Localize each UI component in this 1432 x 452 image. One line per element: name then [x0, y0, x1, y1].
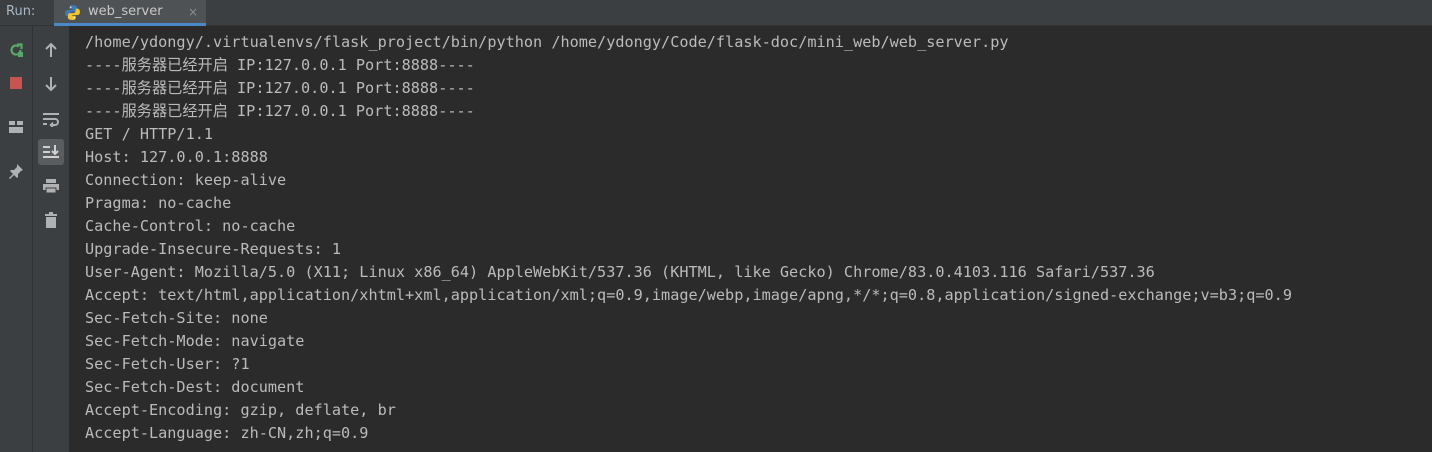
console-actions-toolbar [33, 26, 70, 452]
console-output[interactable]: /home/ydongy/.virtualenvs/flask_project/… [85, 31, 1432, 445]
console-line: /home/ydongy/.virtualenvs/flask_project/… [85, 33, 1009, 51]
close-icon[interactable]: × [188, 5, 198, 19]
print-icon[interactable] [38, 173, 64, 199]
console-line: Accept-Language: zh-CN,zh;q=0.9 [85, 424, 369, 442]
console-line: ----服务器已经开启 IP:127.0.0.1 Port:8888---- [85, 56, 475, 74]
run-label: Run: [6, 4, 36, 19]
console-line: Host: 127.0.0.1:8888 [85, 148, 268, 166]
run-toolbar-header: Run: web_server × [0, 0, 1432, 26]
console-line: Cache-Control: no-cache [85, 217, 296, 235]
console-line: Sec-Fetch-Dest: document [85, 378, 305, 396]
console-line: User-Agent: Mozilla/5.0 (X11; Linux x86_… [85, 263, 1155, 281]
trash-icon[interactable] [38, 207, 64, 233]
layout-icon[interactable] [3, 114, 29, 140]
console-line: ----服务器已经开启 IP:127.0.0.1 Port:8888---- [85, 102, 475, 120]
pin-icon[interactable] [3, 158, 29, 184]
tab-title: web_server [88, 4, 163, 19]
python-icon [65, 5, 80, 20]
run-actions-toolbar [0, 26, 33, 452]
console-line: Sec-Fetch-Site: none [85, 309, 268, 327]
console-line: Connection: keep-alive [85, 171, 287, 189]
arrow-down-icon[interactable] [38, 71, 64, 97]
console-line: Pragma: no-cache [85, 194, 232, 212]
console-line: GET / HTTP/1.1 [85, 125, 214, 143]
scroll-to-end-icon[interactable] [38, 139, 64, 165]
soft-wrap-icon[interactable] [38, 106, 64, 132]
console-line: ----服务器已经开启 IP:127.0.0.1 Port:8888---- [85, 79, 475, 97]
rerun-icon[interactable] [3, 37, 29, 63]
console-line: Upgrade-Insecure-Requests: 1 [85, 240, 342, 258]
tab-web-server[interactable]: web_server × [54, 0, 206, 26]
arrow-up-icon[interactable] [38, 37, 64, 63]
console-line: Sec-Fetch-Mode: navigate [85, 332, 305, 350]
stop-icon[interactable] [3, 70, 29, 96]
console-line: Accept: text/html,application/xhtml+xml,… [85, 286, 1292, 304]
console-line: Sec-Fetch-User: ?1 [85, 355, 250, 373]
console-line: Accept-Encoding: gzip, deflate, br [85, 401, 396, 419]
